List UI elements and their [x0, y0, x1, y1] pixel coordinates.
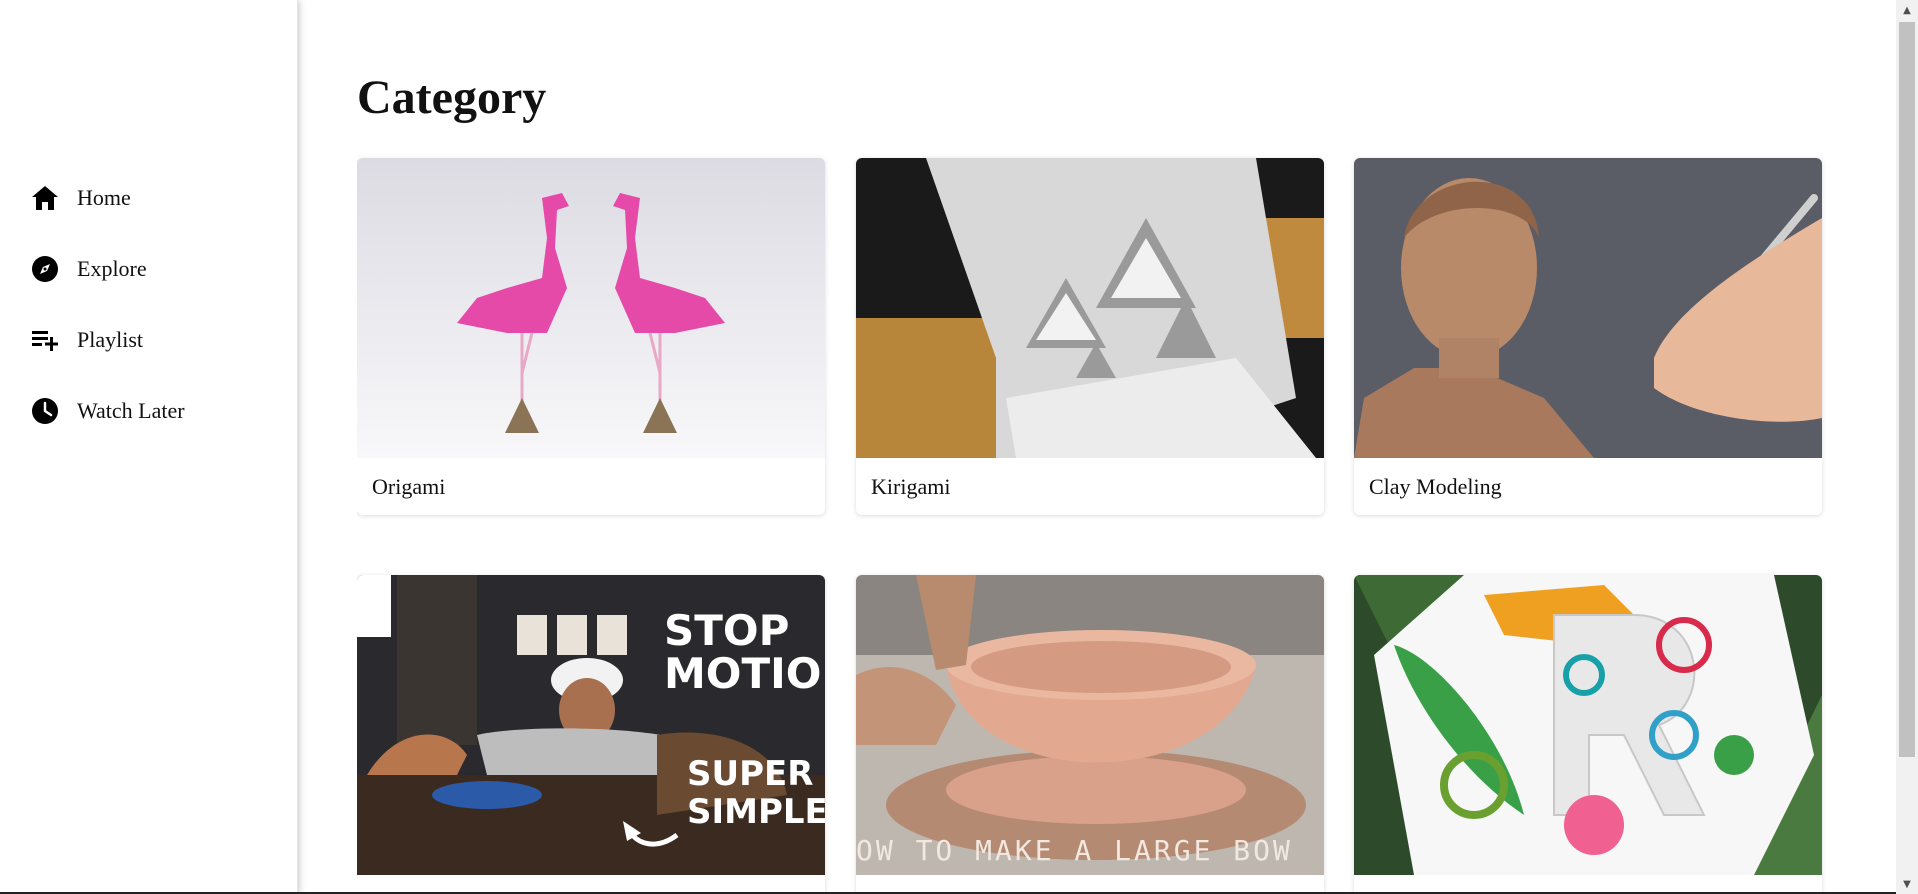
sidebar-item-label: Watch Later	[77, 397, 185, 423]
category-thumbnail	[1354, 575, 1822, 875]
category-card-origami[interactable]: Origami	[357, 158, 825, 515]
category-card-pottery[interactable]: OW TO MAKE A LARGE BOW	[856, 575, 1324, 894]
category-label: Clay Modeling	[1369, 473, 1502, 499]
sidebar: Home Explore Playlist Watch Later	[0, 0, 298, 894]
compass-icon	[30, 254, 60, 284]
category-label: Origami	[372, 473, 446, 499]
category-thumbnail	[1354, 158, 1822, 458]
home-icon	[30, 183, 60, 213]
thumb-text-super: SUPER	[687, 754, 813, 794]
sidebar-item-label: Playlist	[77, 326, 144, 352]
vertical-scrollbar[interactable]: ▲ ▼	[1896, 0, 1918, 894]
category-thumbnail	[357, 158, 825, 458]
category-thumbnail: STOP MOTION SUPER SIMPLE	[357, 575, 825, 875]
main-content: Category Origami Kirigami Clay Modeling …	[357, 0, 1888, 894]
sidebar-item-explore[interactable]: Explore	[30, 233, 185, 304]
scrollbar-thumb[interactable]	[1899, 22, 1915, 757]
category-label: Kirigami	[871, 473, 951, 499]
thumb-text-motion: MOTION	[664, 649, 825, 698]
page-title: Category	[357, 71, 547, 124]
category-card-clay-modeling[interactable]: Clay Modeling	[1354, 158, 1822, 515]
sidebar-item-playlist[interactable]: Playlist	[30, 304, 185, 375]
thumb-text-simple: SIMPLE	[687, 792, 825, 832]
sidebar-item-watch-later[interactable]: Watch Later	[30, 375, 185, 446]
sidebar-nav: Home Explore Playlist Watch Later	[30, 162, 185, 446]
sidebar-item-label: Explore	[77, 255, 147, 281]
thumb-text-pottery: OW TO MAKE A LARGE BOW	[856, 834, 1293, 867]
category-thumbnail: OW TO MAKE A LARGE BOW	[856, 575, 1324, 875]
category-card-kirigami[interactable]: Kirigami	[856, 158, 1324, 515]
clock-icon	[30, 396, 60, 426]
category-card-stop-motion[interactable]: STOP MOTION SUPER SIMPLE	[357, 575, 825, 894]
scroll-down-arrow-icon[interactable]: ▼	[1896, 874, 1918, 894]
thumb-text-stop: STOP	[664, 606, 789, 655]
category-card-quilling[interactable]	[1354, 575, 1822, 894]
scroll-up-arrow-icon[interactable]: ▲	[1896, 0, 1918, 20]
sidebar-item-label: Home	[77, 184, 131, 210]
category-thumbnail	[856, 158, 1324, 458]
sidebar-item-home[interactable]: Home	[30, 162, 185, 233]
playlist-add-icon	[30, 325, 60, 355]
